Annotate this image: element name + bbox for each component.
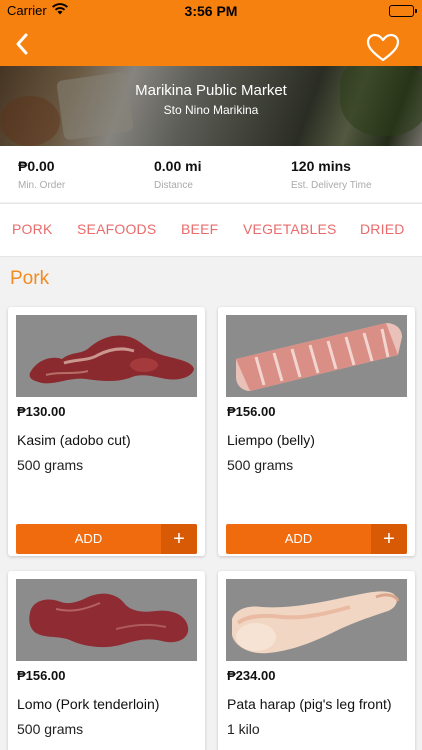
favorite-button[interactable] xyxy=(366,33,400,63)
delivery-time-label: Est. Delivery Time xyxy=(291,180,372,191)
tab-vegetables[interactable]: VEGETABLES xyxy=(243,221,337,237)
tab-beef[interactable]: BEEF xyxy=(181,221,218,237)
back-button[interactable] xyxy=(6,28,38,60)
store-banner: Marikina Public Market Sto Nino Marikina xyxy=(0,66,422,146)
section-title: Pork xyxy=(10,268,50,289)
battery-icon xyxy=(389,5,417,17)
product-price: ₱130.00 xyxy=(17,404,66,419)
product-price: ₱234.00 xyxy=(227,668,276,683)
status-time: 3:56 PM xyxy=(184,3,238,19)
distance-value: 0.00 mi xyxy=(154,158,202,174)
product-price: ₱156.00 xyxy=(17,668,66,683)
product-name: Liempo (belly) xyxy=(227,432,315,448)
delivery-time-stat: 120 mins Est. Delivery Time xyxy=(291,158,372,191)
product-card[interactable]: ₱156.00 Lomo (Pork tenderloin) 500 grams xyxy=(8,571,205,750)
add-to-cart-button[interactable]: ADD + xyxy=(16,524,197,554)
store-name: Marikina Public Market xyxy=(135,82,287,99)
product-quantity: 500 grams xyxy=(17,457,84,473)
min-order-value: ₱0.00 xyxy=(18,158,55,174)
product-name: Lomo (Pork tenderloin) xyxy=(17,696,160,712)
product-card[interactable]: ₱130.00 Kasim (adobo cut) 500 grams ADD … xyxy=(8,307,205,556)
tab-dried[interactable]: DRIED xyxy=(360,221,405,237)
add-to-cart-button[interactable]: ADD + xyxy=(226,524,407,554)
product-quantity: 1 kilo xyxy=(227,721,260,737)
store-stats: ₱0.00 Min. Order 0.00 mi Distance 120 mi… xyxy=(0,146,422,202)
product-quantity: 500 grams xyxy=(227,457,294,473)
status-bar: Carrier 3:56 PM xyxy=(0,0,422,22)
product-image xyxy=(226,315,407,397)
category-tabs: PORK SEAFOODS BEEF VEGETABLES DRIED xyxy=(0,203,422,257)
plus-icon: + xyxy=(161,524,197,554)
product-image xyxy=(16,315,197,397)
product-price: ₱156.00 xyxy=(227,404,276,419)
distance-label: Distance xyxy=(154,180,193,191)
product-name: Pata harap (pig's leg front) xyxy=(227,696,392,712)
tab-seafoods[interactable]: SEAFOODS xyxy=(77,221,156,237)
navigation-bar xyxy=(0,22,422,66)
distance-stat: 0.00 mi Distance xyxy=(154,158,201,191)
heart-outline-icon xyxy=(366,33,400,62)
plus-icon: + xyxy=(371,524,407,554)
product-image xyxy=(16,579,197,661)
add-button-label: ADD xyxy=(74,531,103,546)
delivery-time-value: 120 mins xyxy=(291,158,351,174)
min-order-label: Min. Order xyxy=(18,180,66,191)
product-card[interactable]: ₱156.00 Liempo (belly) 500 grams ADD + xyxy=(218,307,415,556)
product-card[interactable]: ₱234.00 Pata harap (pig's leg front) 1 k… xyxy=(218,571,415,750)
store-location: Sto Nino Marikina xyxy=(163,103,259,117)
product-image xyxy=(226,579,407,661)
product-name: Kasim (adobo cut) xyxy=(17,432,131,448)
min-order-stat: ₱0.00 Min. Order xyxy=(18,158,65,191)
tab-pork[interactable]: PORK xyxy=(12,221,52,237)
add-button-label: ADD xyxy=(284,531,313,546)
product-quantity: 500 grams xyxy=(17,721,84,737)
chevron-left-icon xyxy=(16,33,28,55)
